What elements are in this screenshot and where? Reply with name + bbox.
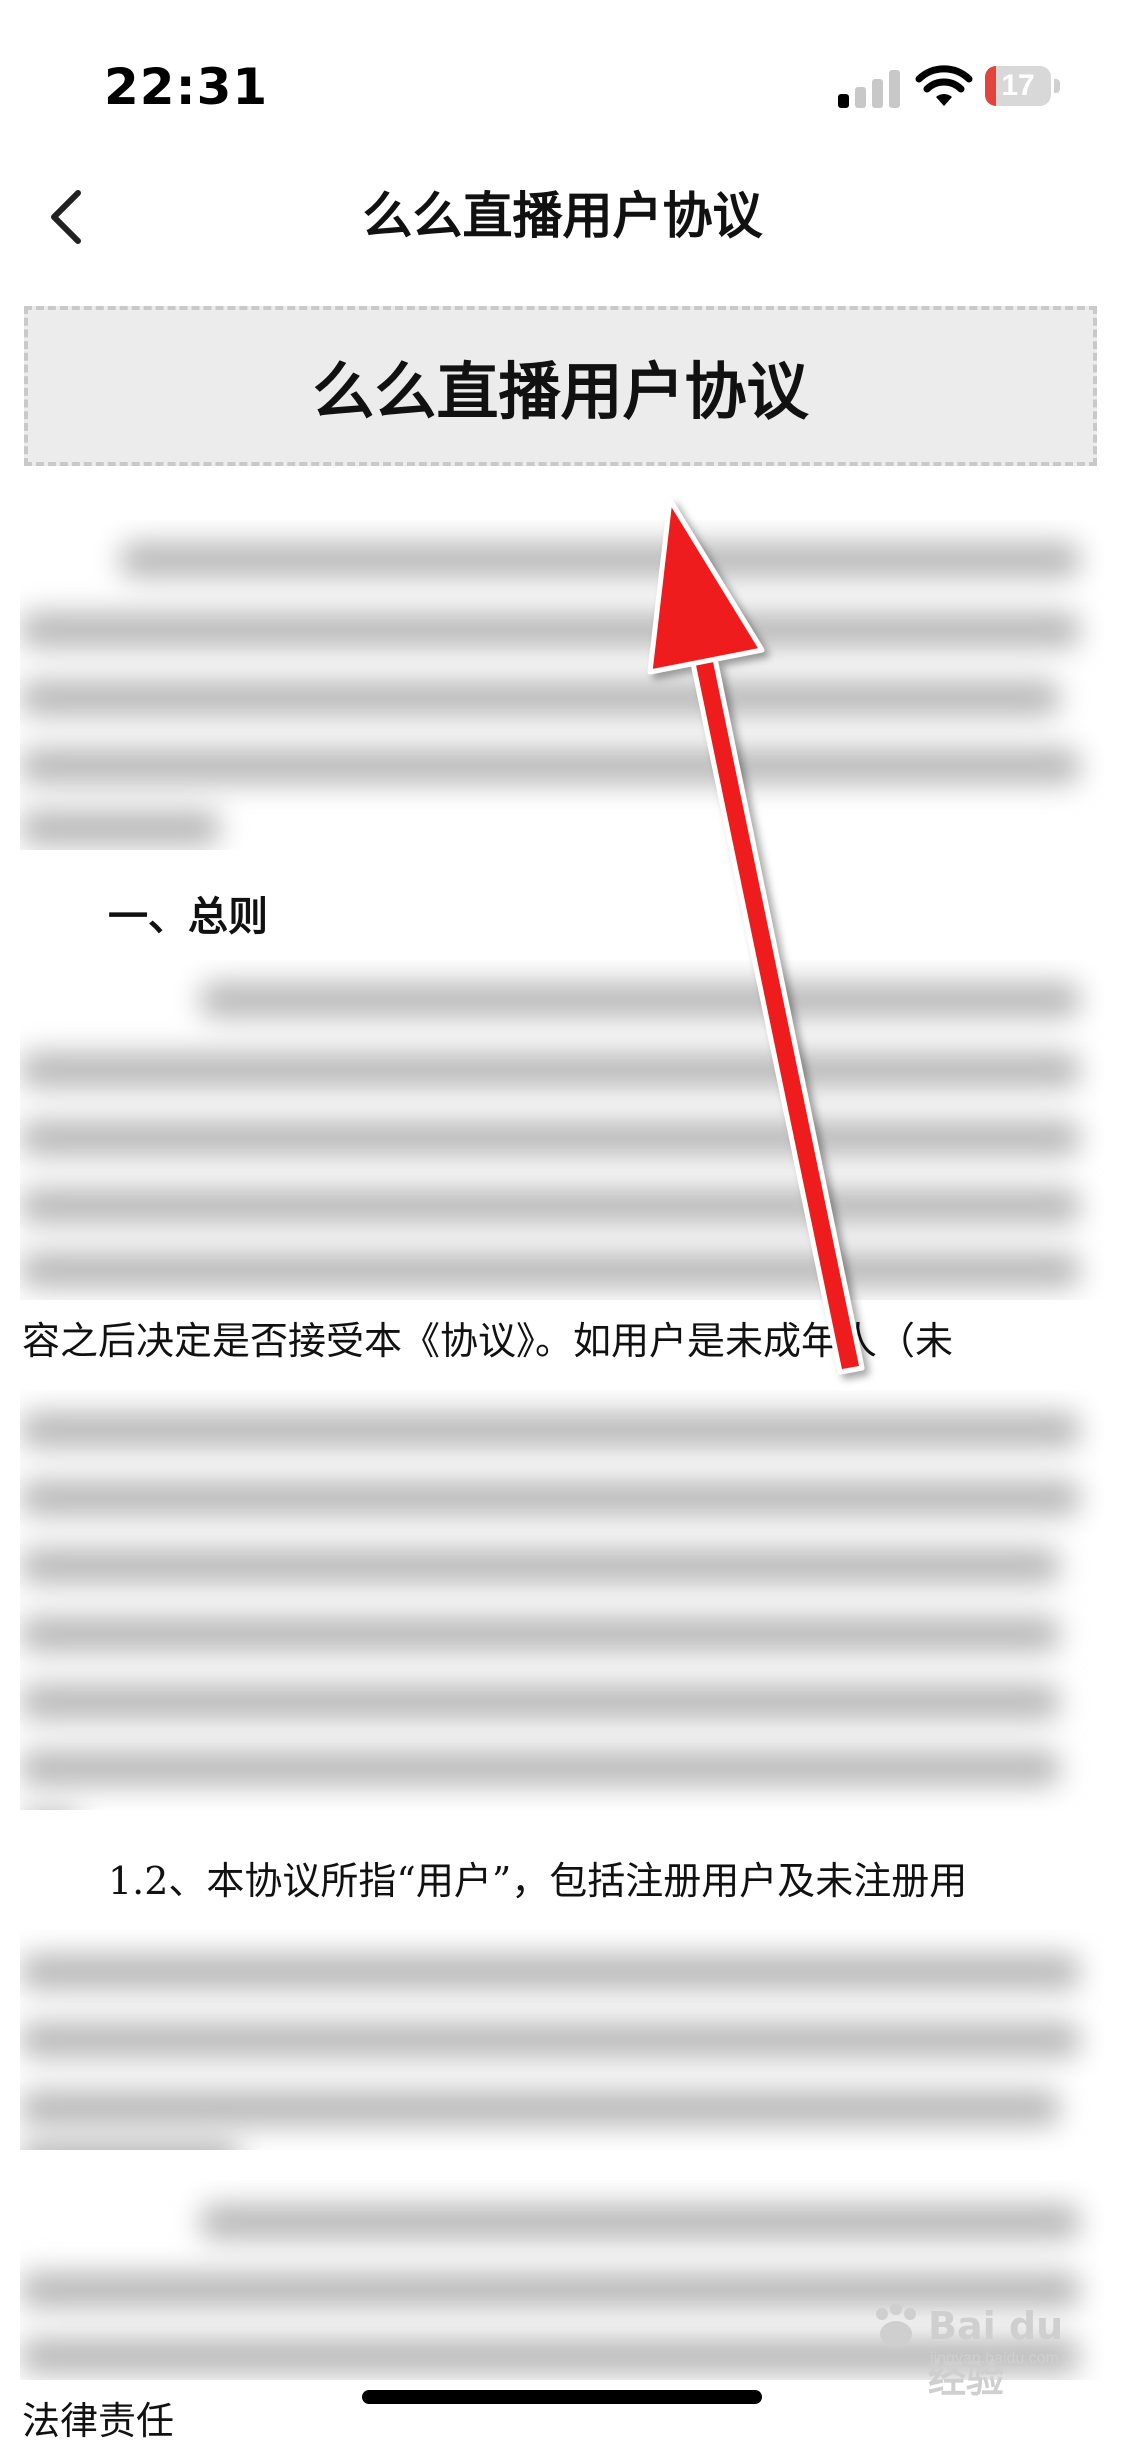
home-indicator[interactable] [362, 2390, 762, 2404]
section-heading: 一、总则 [108, 894, 268, 940]
agreement-text-line: 容之后决定是否接受本《协议》。如用户是未成年人（未 [22, 1319, 954, 1363]
nav-title: 么么直播用户协议 [362, 187, 763, 245]
status-bar: 22:31 17 [0, 0, 1125, 160]
blurred-paragraph [20, 1390, 1105, 1810]
paw-logo-icon [876, 2303, 916, 2347]
battery-icon: 17 [985, 66, 1061, 108]
back-button[interactable] [36, 182, 96, 252]
wifi-icon [915, 65, 973, 106]
cellular-signal-icon [838, 68, 900, 108]
document-title: 么么直播用户协议 [312, 355, 809, 428]
battery-level: 17 [1001, 69, 1035, 102]
blurred-paragraph [20, 960, 1105, 1300]
chevron-left-icon [51, 190, 81, 244]
agreement-content[interactable]: 么么直播用户协议 一、总则 容之后决定是否接受本《协议》。如用户是未成年人（未 … [0, 300, 1125, 2443]
agreement-text-line: 法律责任 [22, 2399, 175, 2443]
blurred-paragraph [20, 520, 1105, 850]
baidu-jingyan-watermark: Bai du 经验 jingyan.baidu.com [868, 2294, 1098, 2401]
document-title-box: 么么直播用户协议 [24, 306, 1097, 466]
status-time: 22:31 [104, 58, 269, 116]
navigation-bar: 么么直播用户协议 [0, 160, 1125, 270]
blurred-paragraph [20, 1930, 1105, 2150]
watermark-url: jingyan.baidu.com [930, 2350, 1059, 2367]
agreement-text-line: 1.2、本协议所指“用户”，包括注册用户及未注册用 [108, 1859, 968, 1903]
